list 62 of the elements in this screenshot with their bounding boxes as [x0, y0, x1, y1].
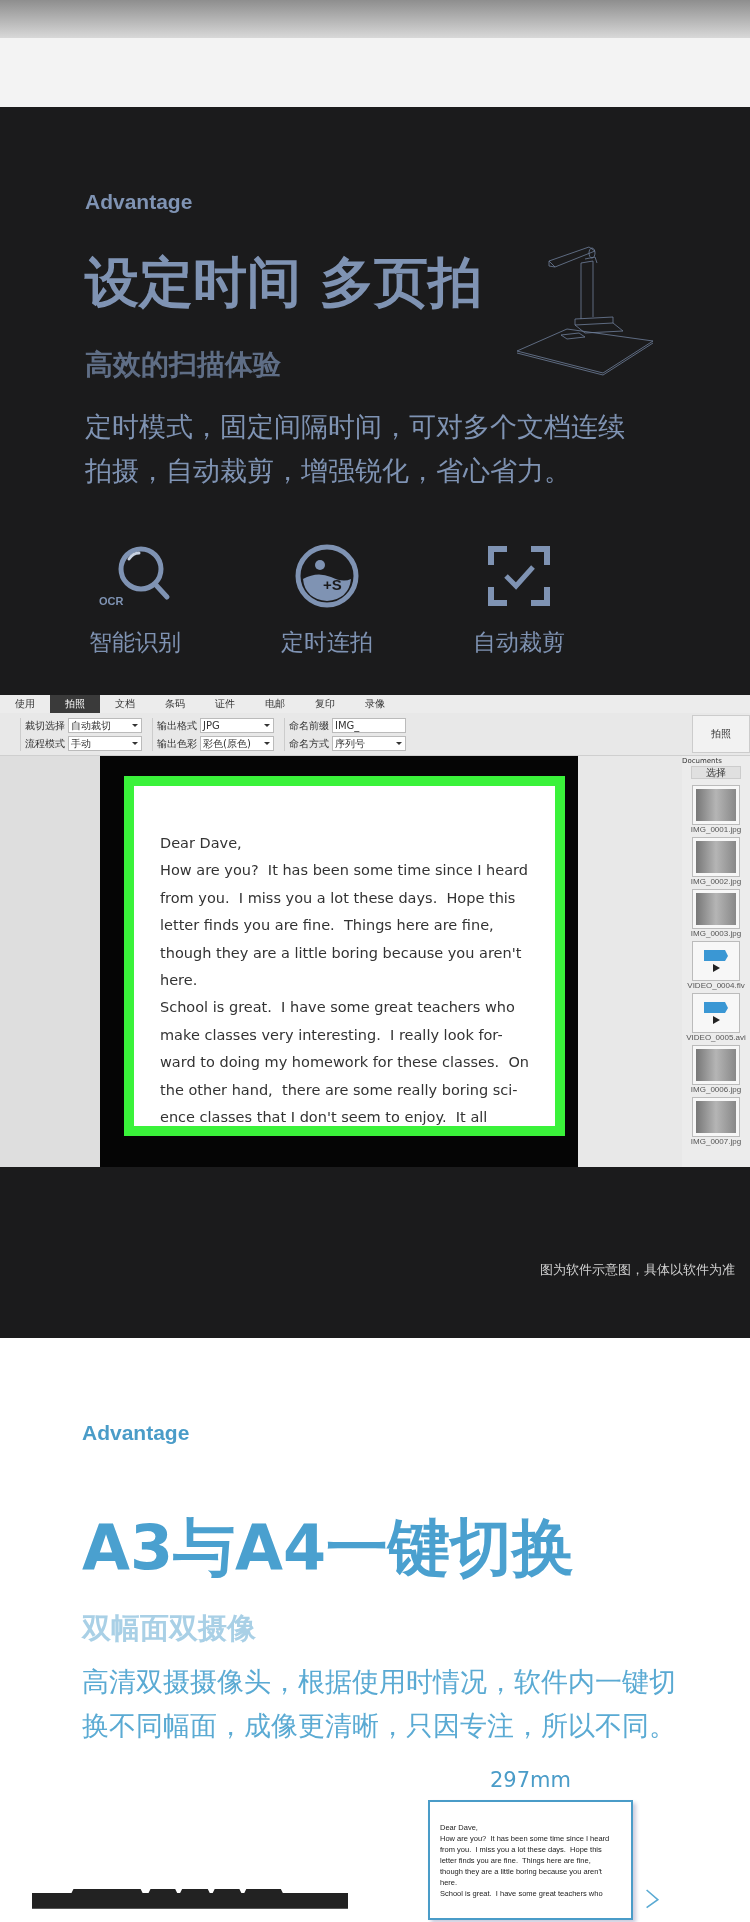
letter-line: here. — [160, 971, 198, 991]
image-thumbnail[interactable] — [692, 889, 740, 929]
image-thumbnail[interactable] — [692, 837, 740, 877]
letter-line: though they are a little boring because you aren't — [160, 943, 522, 963]
video-thumbnail[interactable] — [692, 993, 740, 1033]
software-tab[interactable]: 文档 — [100, 695, 150, 713]
software-tab[interactable]: 复印 — [300, 695, 350, 713]
letter-line: ence classes that I don't seem to enjoy. It all — [160, 1108, 488, 1126]
setting-dropdown[interactable]: JPG — [200, 717, 274, 733]
image-caption: 图为软件示意图，具体以软件为准 — [539, 1261, 735, 1279]
file-name: IMG_0006.jpg — [690, 1085, 742, 1095]
letter-line: School is great. I have some great teachers who — [160, 998, 515, 1018]
section-subtitle: 高效的扫描体验 — [85, 347, 282, 383]
software-tab[interactable]: 录像 — [350, 695, 400, 713]
file-name: VIDEO_0004.flv — [687, 981, 745, 991]
file-name: IMG_0007.jpg — [690, 1137, 742, 1147]
setting-dropdown[interactable]: 自动裁切 — [68, 717, 142, 733]
software-tab[interactable]: 证件 — [200, 695, 250, 713]
section-description: 高清双摄摄像头，根据使用时情况，软件内一键切换不同幅面，成像更清晰，只因专注，所以不同。 — [82, 1665, 677, 1743]
letter-line: Dear Dave, — [160, 834, 242, 853]
setting-dropdown[interactable]: 彩色(原色) — [200, 735, 274, 751]
video-thumbnail[interactable] — [692, 941, 740, 981]
file-name: IMG_0002.jpg — [690, 877, 742, 887]
select-button[interactable]: 选择 — [691, 766, 741, 779]
letter-line: How are you? It has been some time since I heard — [160, 861, 529, 881]
section-subtitle: 双幅面双摄像 — [82, 1610, 257, 1646]
section-title: A3与A4一键切换 — [82, 1512, 576, 1584]
setting-label: 命名方式 — [289, 736, 329, 750]
setting-label: 裁切选择 — [25, 718, 65, 732]
dimension-label: 297mm — [490, 1767, 571, 1794]
letter-line: from you. I miss you a lot these days. Hope this — [160, 888, 516, 908]
setting-label: 输出格式 — [157, 718, 197, 732]
image-thumbnail[interactable] — [692, 1097, 740, 1137]
file-name: VIDEO_0005.avi — [686, 1033, 746, 1043]
image-thumbnail[interactable] — [692, 1045, 740, 1085]
section-eyebrow: Advantage — [85, 189, 194, 215]
setting-input-field[interactable]: IMG_ — [332, 717, 406, 733]
setting-dropdown[interactable]: 序列号 — [332, 735, 406, 751]
feature-label: 定时连拍 — [281, 628, 373, 657]
section-title: 设定时间 多页拍 — [85, 251, 482, 315]
capture-button[interactable]: 拍照 — [692, 715, 750, 753]
letter-line: ward to doing my homework for these classes. On — [160, 1053, 529, 1073]
software-tab[interactable]: 条码 — [150, 695, 200, 713]
feature-label: 智能识别 — [89, 628, 181, 657]
letter-line: make classes very interesting. I really look for- — [160, 1025, 503, 1045]
software-tab[interactable]: 拍照 — [50, 695, 100, 713]
letter-line: the other hand, there are some really boring sci- — [160, 1080, 518, 1100]
feature-label: 自动裁剪 — [473, 628, 565, 657]
image-thumbnail[interactable] — [692, 785, 740, 825]
file-name: IMG_0001.jpg — [690, 825, 742, 835]
setting-label: 流程模式 — [25, 736, 65, 750]
software-tab[interactable]: 电邮 — [250, 695, 300, 713]
icon-badge-text: +S — [323, 577, 342, 593]
setting-label: 命名前缀 — [289, 718, 329, 732]
file-name: IMG_0003.jpg — [690, 929, 742, 939]
setting-label: 输出色彩 — [157, 736, 197, 750]
setting-dropdown[interactable]: 手动 — [68, 735, 142, 751]
software-tab[interactable]: 使用 — [0, 695, 50, 713]
icon-badge-text: OCR — [99, 595, 124, 607]
section-eyebrow: Advantage — [82, 1420, 191, 1446]
letter-line: letter finds you are fine. Things here are fine, — [160, 916, 494, 936]
section-description: 定时模式，固定间隔时间，可对多个文档连续拍摄，自动裁剪，增强锐化，省心省力。 — [85, 410, 626, 488]
